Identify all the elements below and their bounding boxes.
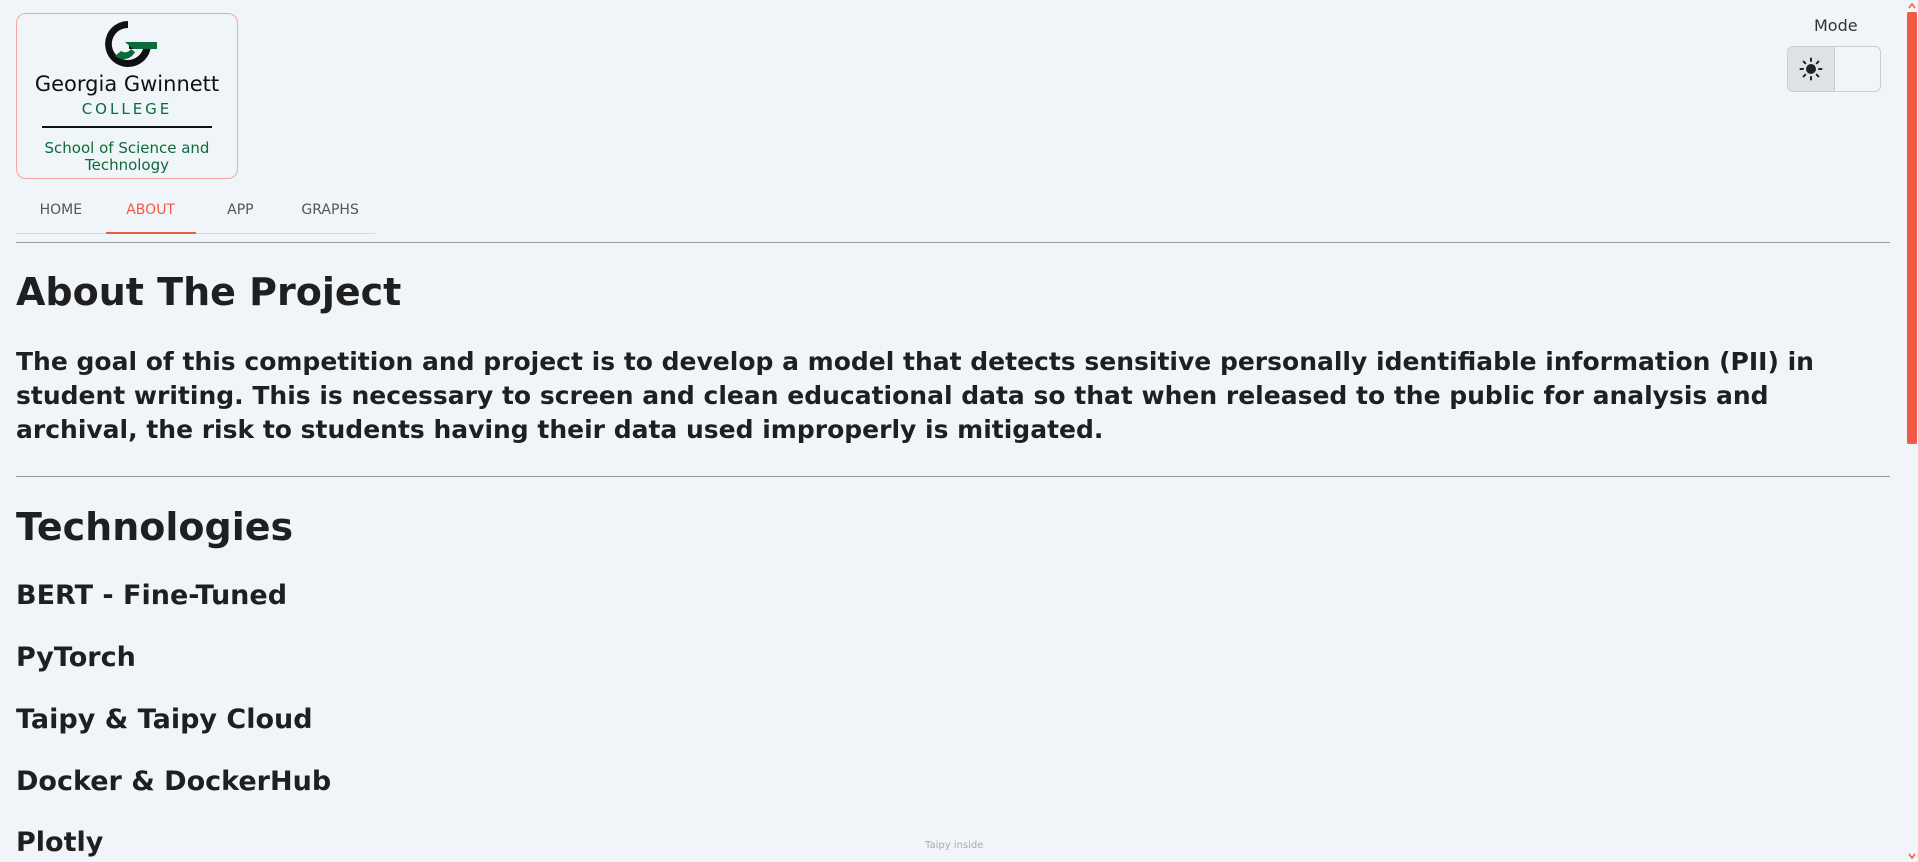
college-logo: Georgia Gwinnett COLLEGE School of Scien… xyxy=(16,13,238,179)
logo-school: School of Science and Technology xyxy=(44,139,210,174)
scrollbar-thumb[interactable] xyxy=(1907,12,1917,444)
mode-label: Mode xyxy=(1814,16,1858,35)
sun-icon xyxy=(1799,57,1823,81)
tab-about[interactable]: ABOUT xyxy=(105,190,196,234)
nav-tabs: HOME ABOUT APP GRAPHS xyxy=(16,190,375,234)
scroll-up-icon[interactable] xyxy=(1908,2,1916,10)
mode-toggle[interactable] xyxy=(1787,46,1881,92)
technologies-title: Technologies xyxy=(16,505,294,549)
about-title: About The Project xyxy=(16,270,402,314)
about-description: The goal of this competition and project… xyxy=(16,347,1814,444)
technology-item: Docker & DockerHub xyxy=(16,766,332,797)
taipy-inside-tag: Taipy inside xyxy=(925,840,984,851)
tab-home[interactable]: HOME xyxy=(16,190,106,233)
technology-item: Taipy & Taipy Cloud xyxy=(16,704,313,735)
divider xyxy=(16,476,1890,477)
gg-logo-icon xyxy=(105,21,157,67)
logo-college: COLLEGE xyxy=(81,100,173,118)
technology-item: BERT - Fine-Tuned xyxy=(16,580,288,611)
technology-item: Plotly xyxy=(16,827,104,858)
light-mode-button[interactable] xyxy=(1788,47,1835,91)
logo-divider xyxy=(42,126,212,128)
technology-item: PyTorch xyxy=(16,642,136,673)
moon-icon xyxy=(1854,59,1864,79)
dark-mode-button[interactable] xyxy=(1835,47,1881,91)
scroll-down-icon[interactable] xyxy=(1908,852,1916,860)
tab-app[interactable]: APP xyxy=(196,190,286,233)
logo-name: Georgia Gwinnett xyxy=(34,72,220,96)
tab-graphs[interactable]: GRAPHS xyxy=(285,190,375,233)
scrollbar[interactable] xyxy=(1906,0,1918,862)
divider xyxy=(16,242,1890,243)
